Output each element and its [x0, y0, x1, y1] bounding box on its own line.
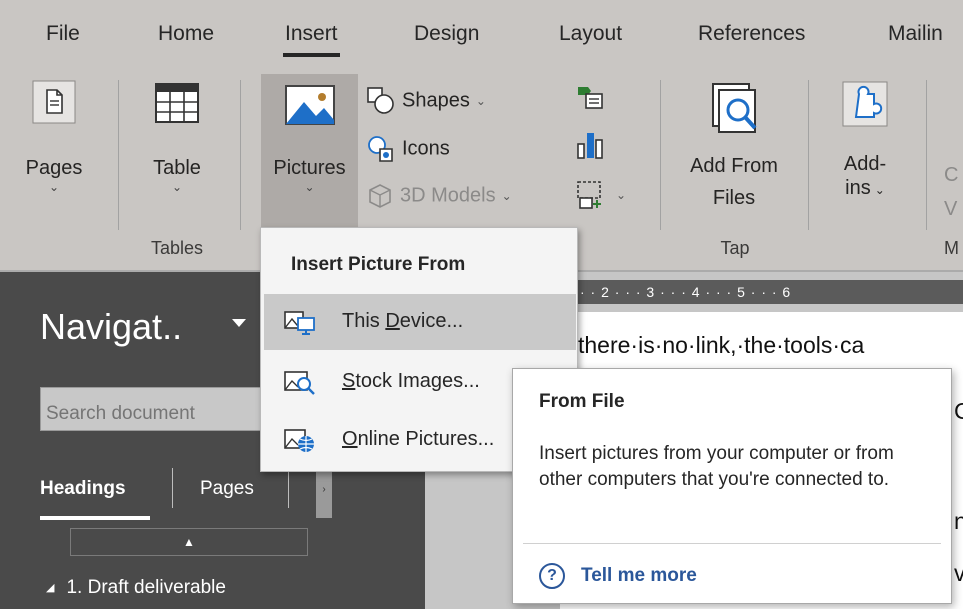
chart-icon[interactable] [576, 130, 604, 160]
tell-me-more-label: Tell me more [581, 565, 697, 586]
table-label: Table [153, 157, 201, 179]
tab-mailings[interactable]: Mailin [888, 22, 943, 46]
3d-models-button[interactable]: 3D Models ⌄ [366, 182, 512, 210]
from-file-tooltip: From File Insert pictures from your comp… [512, 368, 952, 604]
tell-me-more-link[interactable]: ? Tell me more [539, 563, 697, 589]
active-tab-indicator [40, 516, 150, 520]
tooltip-body: Insert pictures from your computer or fr… [539, 443, 894, 490]
heading-item[interactable]: ◢ 1. Draft deliverable [46, 577, 226, 599]
smartart-icon[interactable] [576, 84, 604, 110]
document-text-line: there·is·no·link,·the·tools·ca [578, 332, 865, 358]
add-from-files-line1: Add From [690, 155, 778, 177]
pages-label: Pages [25, 157, 83, 179]
tab-home[interactable]: Home [158, 22, 214, 46]
tab-pages[interactable]: Pages [200, 478, 254, 500]
tab-layout[interactable]: Layout [559, 22, 622, 46]
add-ins-button[interactable]: Add- ins ⌄ [828, 80, 902, 202]
nav-tab-divider [172, 468, 173, 508]
separator [660, 80, 661, 230]
separator [240, 80, 241, 230]
icons-button[interactable]: Icons [366, 134, 450, 164]
group-label-tables: Tables [150, 238, 204, 258]
icons-icon [368, 136, 393, 162]
online-pictures-icon [284, 429, 314, 452]
tab-references[interactable]: References [698, 22, 805, 46]
this-device-icon [284, 311, 315, 335]
tooltip-separator [523, 543, 941, 544]
shapes-button[interactable]: Shapes ⌄ [366, 86, 486, 116]
chevron-down-icon: ⌄ [501, 189, 512, 203]
add-from-files-icon [712, 83, 757, 133]
group-label-tap: Tap [720, 238, 750, 258]
tab-file[interactable]: File [46, 22, 80, 46]
separator [118, 80, 119, 230]
icons-label: Icons [402, 137, 450, 160]
3d-cube-icon [369, 184, 391, 208]
chevron-down-icon: ⌄ [48, 180, 60, 194]
this-device-label: This Device... [342, 310, 464, 332]
tab-insert[interactable]: Insert [283, 22, 340, 57]
tab-headings[interactable]: Headings [40, 478, 126, 500]
table-icon [155, 83, 199, 123]
expand-triangle-icon[interactable]: ◢ [46, 582, 54, 594]
picture-icon [284, 85, 335, 125]
3d-models-label: 3D Models [400, 184, 496, 207]
add-ins-line1: Add- [843, 153, 887, 175]
screenshot-icon [577, 181, 601, 209]
horizontal-ruler: · · 2 · · · 3 · · · 4 · · · 5 · · · 6 [560, 280, 963, 304]
document-text-fragment: v [954, 560, 963, 586]
separator [926, 80, 927, 230]
chevron-down-icon: ⌄ [475, 94, 486, 108]
cut-off-button-c[interactable]: C [944, 164, 958, 187]
tab-design[interactable]: Design [414, 22, 479, 46]
stock-images-icon [284, 371, 315, 395]
pictures-button[interactable]: Pictures ⌄ [261, 80, 358, 194]
online-pictures-label: Online Pictures... [342, 428, 495, 450]
search-document-input[interactable] [40, 387, 262, 431]
shapes-icon [367, 87, 394, 114]
nav-options-caret-icon[interactable] [232, 319, 246, 327]
pages-icon [32, 80, 76, 124]
tooltip-title: From File [539, 391, 625, 412]
chevron-down-icon: ⌄ [616, 188, 627, 202]
this-device-menu-item[interactable]: This Device... [264, 294, 576, 350]
help-icon: ? [539, 563, 565, 589]
collapse-all-button[interactable]: ▲ [70, 528, 308, 556]
table-button[interactable]: Table ⌄ [146, 80, 208, 194]
cut-off-button-v[interactable]: V [944, 198, 957, 221]
chevron-right-icon[interactable]: › [316, 468, 332, 518]
chevron-down-icon: ⌄ [304, 180, 315, 194]
add-from-files-line2: Files [712, 187, 756, 209]
add-ins-line2: ins ⌄ [845, 177, 885, 199]
screenshot-button[interactable]: ⌄ [576, 180, 626, 210]
pages-button[interactable]: Pages ⌄ [24, 80, 84, 194]
nav-title: Navigat.. [40, 306, 183, 347]
group-label-cut: M [944, 238, 959, 258]
nav-tab-divider [288, 468, 289, 508]
chevron-down-icon: ⌄ [171, 180, 183, 194]
shapes-label: Shapes [402, 89, 470, 112]
menu-bar: File Home Insert Design Layout Reference… [0, 0, 963, 68]
document-text-fragment: C [954, 398, 963, 424]
add-from-files-button[interactable]: Add From Files [678, 80, 790, 210]
stock-images-label: Stock Images... [342, 370, 480, 392]
menu-title: Insert Picture From [291, 254, 466, 275]
separator [808, 80, 809, 230]
heading-label: 1. Draft deliverable [66, 577, 226, 598]
document-text-fragment: n [954, 508, 963, 534]
add-ins-icon [842, 81, 888, 127]
pictures-label: Pictures [273, 157, 346, 179]
